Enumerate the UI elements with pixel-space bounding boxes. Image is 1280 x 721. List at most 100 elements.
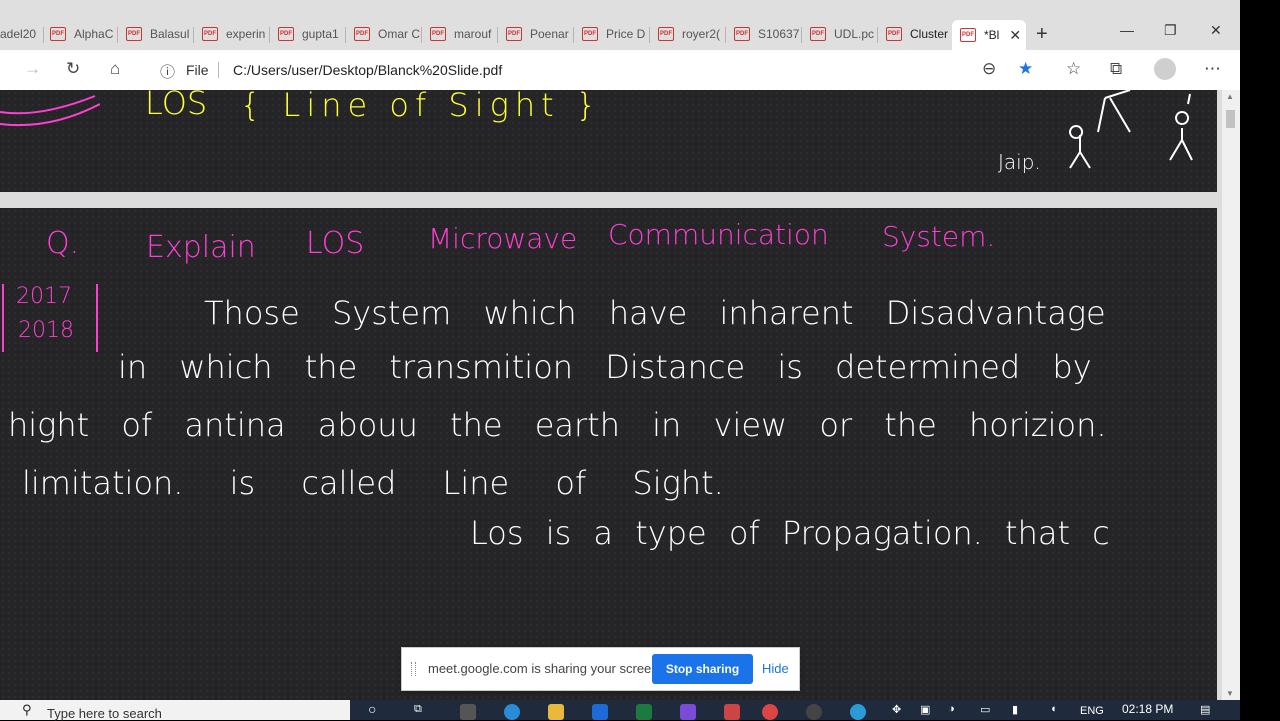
zoom-icon[interactable]: ⊖ (982, 59, 996, 79)
edge-icon[interactable] (504, 704, 520, 720)
pdf-icon: PDF (278, 27, 294, 41)
refresh-icon[interactable]: ↻ (66, 59, 80, 79)
hide-button[interactable]: Hide (762, 661, 789, 676)
app-icon[interactable]: ▣ (920, 703, 930, 716)
tab-label: UDL.pc (834, 27, 875, 41)
app-icon[interactable]: ✥ (892, 703, 901, 716)
author-name: Jaip. (998, 150, 1041, 174)
language-indicator[interactable]: ENG (1080, 705, 1104, 717)
tab-label: AlphaC (74, 27, 114, 41)
pdf-icon: PDF (430, 27, 446, 41)
pink-scribble (0, 95, 100, 127)
answer-line: Those System which have inharent Disadva… (204, 294, 1106, 332)
tab-price[interactable]: PDF Price D (582, 22, 650, 46)
new-tab-button[interactable]: + (1036, 23, 1048, 46)
scroll-down-icon[interactable]: ▼ (1226, 689, 1234, 698)
pdf-page-1: LOS { Line of Sight } Jaip. (0, 90, 1217, 192)
tab-poenar[interactable]: PDF Poenar (506, 22, 574, 46)
volume-icon[interactable]: ◖ (1050, 703, 1057, 715)
question-word: Explain (146, 230, 256, 265)
search-icon: ⚲ (22, 702, 32, 717)
network-icon[interactable]: ▮ (1012, 703, 1018, 716)
maximize-button[interactable]: ❐ (1164, 22, 1177, 39)
file-explorer-icon[interactable] (548, 704, 564, 720)
tab-label: Poenar (530, 27, 569, 41)
tab-balasul[interactable]: PDF Balasul (126, 22, 194, 46)
tab-label: marouf (454, 27, 492, 41)
more-menu-icon[interactable]: ⋯ (1204, 59, 1221, 79)
question-word: LOS (306, 226, 365, 261)
taskbar-search[interactable]: ⚲ Type here to search (0, 700, 350, 721)
tab-experin[interactable]: PDF experin (202, 22, 270, 46)
app-icon[interactable] (680, 704, 696, 720)
pdf-icon: PDF (734, 27, 750, 41)
scroll-up-icon[interactable]: ▲ (1226, 92, 1234, 101)
pdf-icon: PDF (658, 27, 674, 41)
pdf-page-2: Q. Explain LOS Microwave Communication S… (0, 208, 1217, 700)
close-window-button[interactable]: ✕ (1210, 22, 1222, 39)
question-word: Microwave (428, 222, 578, 255)
notification-icon[interactable]: ▤ (1200, 703, 1210, 716)
tab-label: adel20 (0, 27, 37, 41)
pdf-icon: PDF (582, 27, 598, 41)
tab-adel[interactable]: adel20 (0, 22, 44, 46)
tab-cluster[interactable]: PDF Cluster (886, 22, 950, 46)
scrollbar-thumb[interactable] (1226, 110, 1235, 128)
favorites-icon[interactable]: ☆ (1066, 59, 1081, 79)
app-icon[interactable] (460, 704, 476, 720)
pdf-icon: PDF (50, 27, 66, 41)
cortana-icon[interactable]: ○ (368, 701, 376, 717)
screen-border (1240, 0, 1280, 720)
tab-omar[interactable]: PDF Omar C (354, 22, 422, 46)
tab-label: Omar C (378, 27, 420, 41)
forward-icon[interactable]: → (24, 59, 41, 79)
tab-royer[interactable]: PDF royer2( (658, 22, 726, 46)
tab-gupta[interactable]: PDF gupta1 (278, 22, 346, 46)
stop-sharing-button[interactable]: Stop sharing (652, 654, 753, 684)
line-of-sight-heading: { Line of Sight } (240, 90, 603, 124)
chrome-icon[interactable] (762, 704, 778, 720)
antenna-sketch (1069, 90, 1193, 169)
pdf-icon: PDF (506, 27, 522, 41)
help-icon[interactable] (850, 704, 866, 720)
favorite-star-icon[interactable]: ★ (1018, 59, 1033, 79)
tab-udl[interactable]: PDF UDL.pc (810, 22, 878, 46)
excel-icon[interactable] (636, 704, 652, 720)
profile-avatar[interactable] (1154, 58, 1176, 80)
pdf-icon: PDF (202, 27, 218, 41)
los-heading: LOS (145, 90, 208, 122)
store-icon[interactable] (592, 704, 608, 720)
question-word: Communication (608, 218, 829, 251)
pdf-app-icon[interactable] (724, 704, 740, 720)
tab-label: S10637 (758, 27, 800, 41)
task-view-icon[interactable]: ⧉ (414, 703, 422, 716)
tab-label: Price D (606, 27, 646, 41)
pdf-icon: PDF (960, 28, 976, 42)
minimize-button[interactable]: — (1120, 22, 1134, 38)
file-label: File (186, 62, 209, 78)
question-label: Q. (46, 226, 80, 261)
vertical-scrollbar[interactable]: ▲ ▼ (1222, 90, 1240, 700)
answer-line: in which the transmition Distance is det… (118, 348, 1092, 386)
tab-label: Balasul (150, 27, 190, 41)
tray-icon[interactable]: ▭ (980, 703, 990, 716)
clock[interactable]: 02:18 PM (1122, 702, 1173, 716)
info-icon[interactable]: ⓘ (160, 61, 175, 82)
collections-icon[interactable]: ⧉ (1110, 59, 1122, 79)
tab-blanck-slide-active[interactable]: PDF *Bl ✕ (952, 20, 1026, 50)
tray-icon[interactable]: ◑ (948, 703, 955, 715)
pdf-icon: PDF (126, 27, 142, 41)
home-icon[interactable]: ⌂ (110, 59, 120, 79)
tab-label: experin (226, 27, 266, 41)
tab-s10637[interactable]: PDF S10637 (734, 22, 802, 46)
drag-handle-icon[interactable] (411, 662, 416, 676)
tab-marouf[interactable]: PDF marouf (430, 22, 498, 46)
navigation-bar: → ↻ ⌂ ⓘ File C:/Users/user/Desktop/Blanc… (0, 50, 1240, 90)
close-tab-icon[interactable]: ✕ (1009, 27, 1021, 44)
tab-alphac[interactable]: PDF AlphaC (50, 22, 118, 46)
divider (218, 62, 219, 78)
obs-icon[interactable] (806, 704, 822, 720)
url-field[interactable]: C:/Users/user/Desktop/Blanck%20Slide.pdf (233, 62, 502, 78)
pdf-viewer: LOS { Line of Sight } Jaip. Q. Explain L… (0, 90, 1222, 700)
tab-label: Cluster (910, 27, 949, 41)
